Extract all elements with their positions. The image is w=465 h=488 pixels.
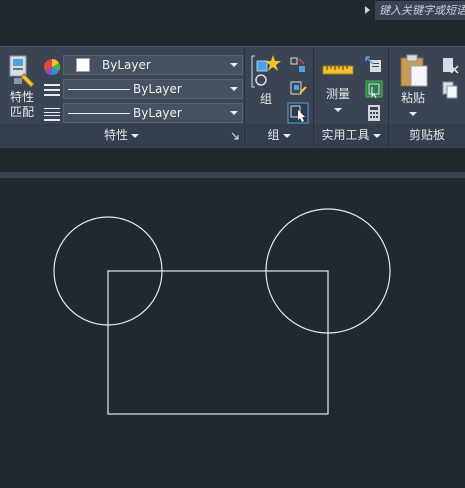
group-label: 组 <box>259 92 272 106</box>
quick-select-icon[interactable] <box>364 55 384 75</box>
chevron-down-icon <box>230 111 238 115</box>
calculator-icon[interactable] <box>364 103 384 123</box>
utilities-panel-title: 实用工具 <box>321 128 370 142</box>
lineweight-dropdown[interactable]: ByLayer <box>63 103 243 123</box>
group-button[interactable]: 组 <box>249 53 283 113</box>
chevron-down-icon <box>230 87 238 91</box>
properties-panel-footer[interactable]: 特性 <box>0 124 243 147</box>
ribbon-bottom-band <box>0 148 465 172</box>
chevron-down-icon <box>334 107 342 112</box>
paste-button[interactable]: 粘贴 <box>393 52 433 118</box>
measure-label: 测量 <box>325 87 350 101</box>
color-dropdown[interactable]: ByLayer <box>63 55 243 75</box>
ungroup-icon[interactable] <box>288 55 308 75</box>
measure-button[interactable]: 测量 <box>318 56 358 118</box>
group-edit-icon[interactable] <box>288 79 308 99</box>
app-window: { "search": { "placeholder": "键入关键字或短语" … <box>0 0 465 488</box>
chevron-down-icon <box>372 133 381 138</box>
drawing-canvas[interactable] <box>0 178 465 488</box>
dialog-launcher-icon[interactable] <box>231 132 239 140</box>
linetype-dropdown[interactable]: ByLayer <box>63 79 243 99</box>
linetype-preview <box>68 89 130 90</box>
chevron-down-icon <box>409 111 417 116</box>
color-value: ByLayer <box>102 58 151 72</box>
color-swatch <box>76 58 90 72</box>
copy-icon[interactable] <box>440 80 460 100</box>
cut-icon[interactable] <box>440 56 460 76</box>
clipboard-panel-footer[interactable]: 剪贴板 <box>389 124 465 147</box>
chevron-down-icon <box>282 133 291 138</box>
group-icon <box>251 55 281 88</box>
match-properties-label-1: 特性 <box>9 90 34 104</box>
groups-panel-footer[interactable]: 组 <box>245 124 313 147</box>
match-properties-icon <box>9 55 35 88</box>
lineweight-value: ByLayer <box>133 106 182 120</box>
title-strip: 键入关键字或短语 <box>0 0 465 46</box>
linetype-icon[interactable] <box>42 81 62 99</box>
linetype-value: ByLayer <box>133 82 182 96</box>
match-properties-label-2: 匹配 <box>9 105 34 119</box>
utilities-panel-footer[interactable]: 实用工具 <box>314 124 388 147</box>
ruler-icon <box>322 65 354 75</box>
group-selection-icon[interactable] <box>287 102 309 124</box>
chevron-down-icon <box>131 133 139 138</box>
paste-label: 粘贴 <box>400 91 425 105</box>
lineweight-preview <box>68 113 130 114</box>
rectangle-entity[interactable] <box>107 270 329 415</box>
groups-panel-title: 组 <box>267 128 280 142</box>
color-wheel-icon[interactable] <box>42 57 62 77</box>
properties-panel-title: 特性 <box>103 128 128 142</box>
search-input[interactable]: 键入关键字或短语 <box>375 1 465 20</box>
chevron-down-icon <box>230 63 238 67</box>
match-properties-button[interactable]: 特性 匹配 <box>4 52 40 122</box>
clipboard-icon <box>400 54 428 87</box>
search-expand-icon[interactable] <box>365 6 370 14</box>
select-all-icon[interactable] <box>364 79 384 99</box>
lineweight-icon[interactable] <box>42 105 62 123</box>
clipboard-panel-title: 剪贴板 <box>408 128 445 142</box>
drawing-geometry <box>53 208 391 415</box>
